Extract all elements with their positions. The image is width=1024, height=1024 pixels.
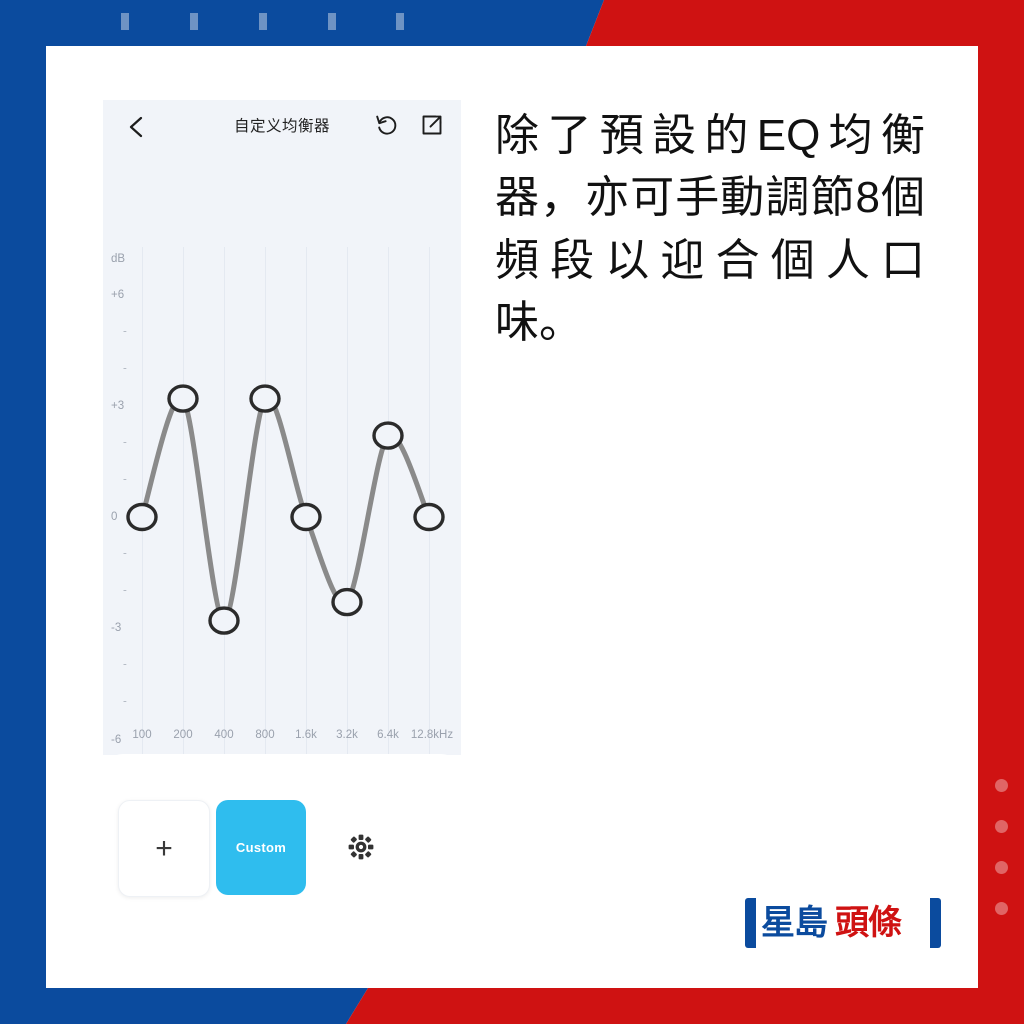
x-axis-tick-label: 800	[255, 729, 275, 741]
x-axis-tick-label: 100	[132, 729, 152, 741]
page-title: 自定义均衡器	[233, 118, 330, 135]
left-blue-margin	[0, 46, 46, 1024]
x-axis-tick-label: 200	[173, 729, 193, 741]
side-dot	[995, 820, 1008, 833]
eq-app-header: 自定义均衡器	[103, 100, 461, 155]
preset-custom-button[interactable]: Custom	[216, 800, 306, 895]
preset-row: + Custom	[118, 800, 438, 897]
top-dash-mark	[190, 13, 198, 30]
eq-band-handle-400[interactable]	[208, 606, 240, 635]
x-axis-tick-label: 12.8kHz	[410, 729, 454, 741]
side-dot	[995, 902, 1008, 915]
top-dash-mark	[396, 13, 404, 30]
x-axis-tick-label: 3.2k	[336, 729, 358, 741]
x-axis-tick-label: 400	[214, 729, 234, 741]
eq-band-handle-3.2k[interactable]	[331, 587, 363, 617]
bottom-red-band	[346, 988, 1024, 1024]
eq-band-handle-200[interactable]	[167, 384, 199, 413]
logo-left-bracket	[745, 898, 756, 948]
eq-band-handle-12.8kHz[interactable]	[413, 502, 445, 532]
top-blue-band	[0, 0, 604, 46]
eq-band-handle-1.6k[interactable]	[290, 502, 322, 532]
reset-circular-arrow-icon[interactable]	[375, 112, 401, 138]
share-export-icon[interactable]	[419, 112, 445, 138]
top-red-band	[586, 0, 1024, 46]
logo-right-bracket	[930, 898, 941, 948]
add-preset-button[interactable]: +	[118, 800, 210, 897]
eq-app-screenshot: 自定义均衡器 dB +6 - - +3 - - 0 - - -3 - - -6 …	[103, 100, 461, 755]
top-dash-mark	[328, 13, 336, 30]
logo-text-red: 頭條	[835, 904, 902, 942]
eq-curve[interactable]	[103, 155, 461, 755]
side-dot	[995, 861, 1008, 874]
x-axis-tick-label: 6.4k	[377, 729, 399, 741]
logo-text-blue: 星島	[761, 904, 828, 942]
bottom-sheet	[103, 754, 461, 794]
top-dash-mark	[121, 13, 129, 30]
eq-band-handle-800[interactable]	[249, 384, 281, 413]
top-dash-mark	[259, 13, 267, 30]
gear-icon[interactable]	[346, 832, 376, 862]
bottom-blue-band	[0, 988, 368, 1024]
caption-text: 除了預設的EQ均衡器，亦可手動調節8個頻段以迎合個人口味。	[495, 111, 925, 348]
eq-band-handle-6.4k[interactable]	[372, 421, 404, 450]
side-dot	[995, 779, 1008, 792]
equalizer-chart[interactable]: dB +6 - - +3 - - 0 - - -3 - - -6 100 200…	[103, 155, 461, 755]
x-axis-tick-label: 1.6k	[295, 729, 317, 741]
sing-tao-logo: 星島 頭條	[745, 898, 941, 948]
eq-band-handle-100[interactable]	[126, 502, 158, 532]
